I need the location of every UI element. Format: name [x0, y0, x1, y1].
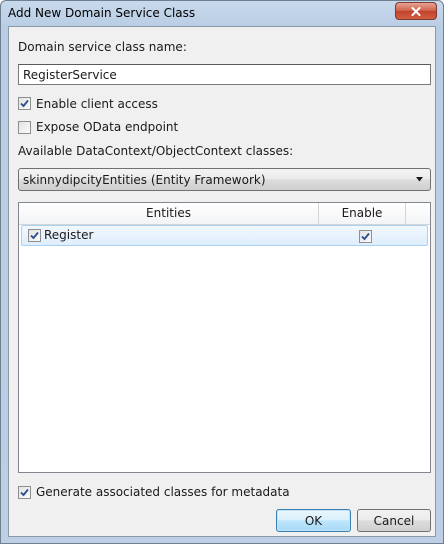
- entity-name: Register: [44, 228, 94, 242]
- column-header-entities[interactable]: Entities: [19, 203, 319, 224]
- enable-client-access-label[interactable]: Enable client access: [36, 97, 158, 111]
- close-button[interactable]: [395, 2, 437, 20]
- dialog-window: Add New Domain Service Class Domain serv…: [0, 0, 444, 544]
- column-header-enable-editing[interactable]: Enable editing: [319, 203, 406, 240]
- ok-button[interactable]: OK: [276, 509, 351, 532]
- expose-odata-checkbox[interactable]: [18, 121, 31, 134]
- class-name-label: Domain service class name:: [18, 40, 187, 54]
- context-classes-label: Available DataContext/ObjectContext clas…: [18, 144, 294, 158]
- context-class-selected: skinnydipcityEntities (Entity Framework): [23, 173, 266, 187]
- generate-metadata-label[interactable]: Generate associated classes for metadata: [36, 485, 290, 499]
- enable-editing-checkbox[interactable]: [359, 230, 372, 243]
- chevron-down-icon: [416, 177, 423, 182]
- title-bar[interactable]: Add New Domain Service Class: [1, 1, 443, 26]
- class-name-input[interactable]: [18, 64, 431, 85]
- close-icon: [411, 6, 421, 16]
- checkmark-icon: [20, 99, 29, 108]
- grid-header: Entities Enable editing: [19, 203, 430, 240]
- window-title: Add New Domain Service Class: [8, 6, 196, 20]
- table-row[interactable]: Register: [21, 225, 428, 246]
- enable-client-access-checkbox[interactable]: [18, 97, 31, 110]
- dialog-content: Domain service class name: Enable client…: [8, 26, 436, 537]
- expose-odata-label[interactable]: Expose OData endpoint: [36, 120, 178, 134]
- entity-include-checkbox[interactable]: [28, 229, 41, 242]
- checkmark-icon: [361, 232, 370, 241]
- checkmark-icon: [30, 231, 39, 240]
- entities-grid[interactable]: Entities Enable editing Register: [18, 202, 431, 473]
- cancel-button[interactable]: Cancel: [357, 509, 431, 532]
- generate-metadata-checkbox[interactable]: [18, 486, 31, 499]
- checkmark-icon: [20, 488, 29, 497]
- context-class-dropdown[interactable]: skinnydipcityEntities (Entity Framework): [18, 168, 431, 191]
